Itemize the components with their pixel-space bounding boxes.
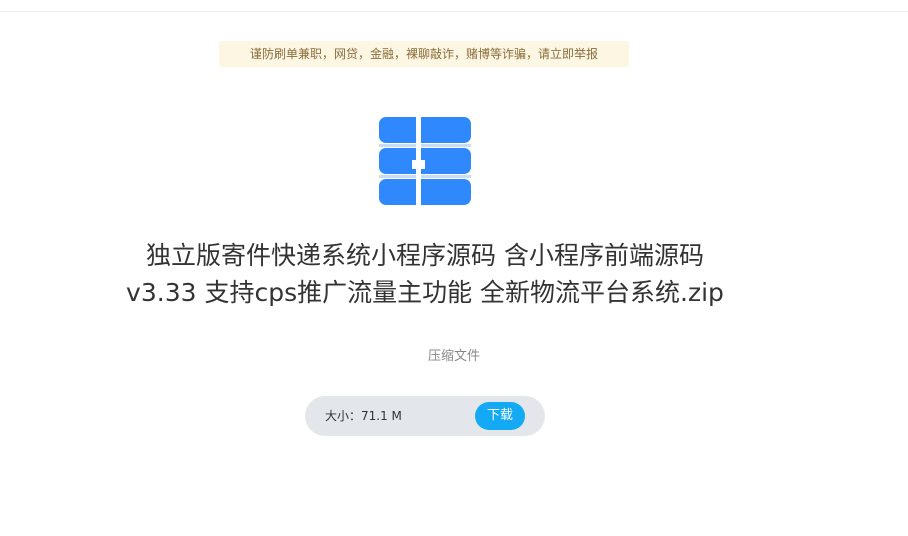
file-size-label: 大小： xyxy=(325,409,362,423)
file-title: 独立版寄件快递系统小程序源码 含小程序前端源码v3.33 支持cps推广流量主功… xyxy=(126,241,724,307)
download-bar: 大小：71.1 M 下载 xyxy=(305,396,545,436)
zip-archive-icon xyxy=(379,116,471,206)
top-bar xyxy=(0,0,908,12)
download-button[interactable]: 下载 xyxy=(475,402,525,430)
file-size-value: 71.1 M xyxy=(361,409,402,423)
file-type-label: 压缩文件 xyxy=(427,349,480,364)
fraud-warning-text: 谨防刷单兼职，网贷，金融，裸聊敲诈，赌博等诈骗，请立即举报 xyxy=(249,47,598,61)
fraud-warning-notice: 谨防刷单兼职，网贷，金融，裸聊敲诈，赌博等诈骗，请立即举报 xyxy=(219,41,629,67)
file-size: 大小：71.1 M xyxy=(325,396,402,436)
